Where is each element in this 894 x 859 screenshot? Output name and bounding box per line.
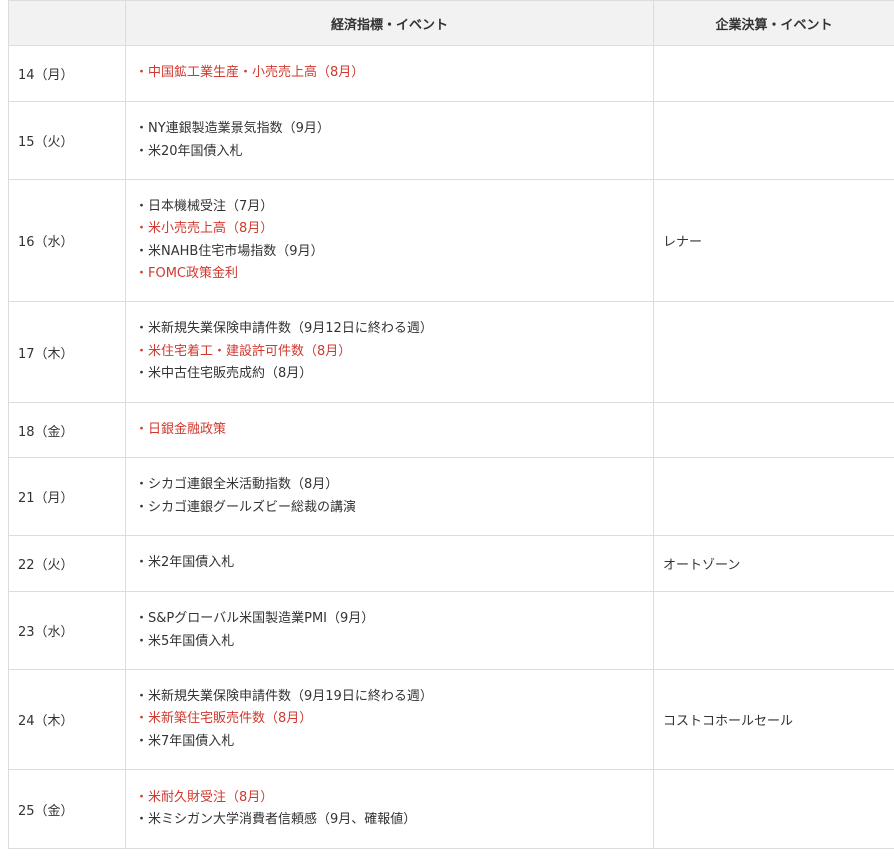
table-row: 24（木） ・米新規失業保険申請件数（9月19日に終わる週） ・米新築住宅販売件… xyxy=(8,669,894,770)
econ-item: ・米NAHB住宅市場指数（9月） xyxy=(135,243,324,259)
table-row: 15（火） ・NY連銀製造業景気指数（9月） ・米20年国債入札 xyxy=(8,101,894,180)
economic-calendar-table: 経済指標・イベント 企業決算・イベント 14（月） ・中国鉱工業生産・小売売上高… xyxy=(8,0,894,849)
row-date: 21（月） xyxy=(8,457,126,536)
econ-item: ・米新規失業保険申請件数（9月19日に終わる週） xyxy=(135,688,433,704)
row-corp xyxy=(653,402,894,458)
table-row: 17（木） ・米新規失業保険申請件数（9月12日に終わる週） ・米住宅着工・建設… xyxy=(8,301,894,403)
table-row: 22（火） ・米2年国債入札 オートゾーン xyxy=(8,535,894,592)
econ-item: ・FOMC政策金利 xyxy=(135,266,239,281)
row-corp: コストコホールセール xyxy=(653,669,894,770)
econ-item: ・シカゴ連銀グールズビー総裁の講演 xyxy=(135,499,357,515)
table-row: 14（月） ・中国鉱工業生産・小売売上高（8月） xyxy=(8,45,894,102)
econ-item: ・米住宅着工・建設許可件数（8月） xyxy=(135,343,352,359)
row-date: 18（金） xyxy=(8,402,126,458)
row-date: 24（木） xyxy=(8,669,126,770)
table-row: 21（月） ・シカゴ連銀全米活動指数（8月） ・シカゴ連銀グールズビー総裁の講演 xyxy=(8,457,894,536)
row-corp xyxy=(653,101,894,180)
table-row: 18（金） ・日銀金融政策 xyxy=(8,402,894,458)
econ-item: ・米ミシガン大学消費者信頼感（9月、確報値） xyxy=(135,812,417,827)
header-econ: 経済指標・イベント xyxy=(125,0,654,46)
row-econ-cell: ・S&Pグローバル米国製造業PMI（9月） ・米5年国債入札 xyxy=(125,591,654,670)
row-corp xyxy=(653,45,894,102)
table-row: 23（水） ・S&Pグローバル米国製造業PMI（9月） ・米5年国債入札 xyxy=(8,591,894,670)
row-econ-cell: ・日銀金融政策 xyxy=(125,402,654,458)
row-date: 22（火） xyxy=(8,535,126,592)
econ-item: ・NY連銀製造業景気指数（9月） xyxy=(135,121,330,136)
econ-item: ・米新規失業保険申請件数（9月12日に終わる週） xyxy=(135,321,433,337)
econ-item: ・米5年国債入札 xyxy=(135,633,235,649)
row-date: 16（水） xyxy=(8,179,126,302)
table-row: 16（水） ・日本機械受注（7月） ・米小売売上高（8月） ・米NAHB住宅市場… xyxy=(8,179,894,302)
row-econ-cell: ・日本機械受注（7月） ・米小売売上高（8月） ・米NAHB住宅市場指数（9月）… xyxy=(125,179,654,302)
header-row: 経済指標・イベント 企業決算・イベント xyxy=(8,0,894,46)
row-econ-cell: ・シカゴ連銀全米活動指数（8月） ・シカゴ連銀グールズビー総裁の講演 xyxy=(125,457,654,536)
econ-item: ・日銀金融政策 xyxy=(135,421,227,437)
row-corp: レナー xyxy=(653,179,894,302)
row-corp: オートゾーン xyxy=(653,535,894,592)
econ-item: ・米新築住宅販売件数（8月） xyxy=(135,711,313,727)
row-date: 14（月） xyxy=(8,45,126,102)
header-corp: 企業決算・イベント xyxy=(653,0,894,46)
row-econ-cell: ・NY連銀製造業景気指数（9月） ・米20年国債入札 xyxy=(125,101,654,180)
econ-item: ・S&Pグローバル米国製造業PMI（9月） xyxy=(135,611,375,626)
row-corp xyxy=(653,457,894,536)
row-date: 23（水） xyxy=(8,591,126,670)
econ-item: ・米中古住宅販売成約（8月） xyxy=(135,366,313,382)
row-corp xyxy=(653,591,894,670)
table-row: 25（金） ・米耐久財受注（8月） ・米ミシガン大学消費者信頼感（9月、確報値） xyxy=(8,769,894,849)
econ-item: ・日本機械受注（7月） xyxy=(135,198,274,214)
row-econ-cell: ・中国鉱工業生産・小売売上高（8月） xyxy=(125,45,654,102)
row-econ-cell: ・米新規失業保険申請件数（9月19日に終わる週） ・米新築住宅販売件数（8月） … xyxy=(125,669,654,770)
econ-item: ・米20年国債入札 xyxy=(135,143,243,159)
econ-item: ・米2年国債入札 xyxy=(135,555,235,571)
econ-item: ・米7年国債入札 xyxy=(135,733,235,749)
row-econ-cell: ・米2年国債入札 xyxy=(125,535,654,592)
header-date xyxy=(8,0,126,46)
econ-item: ・米小売売上高（8月） xyxy=(135,221,274,236)
row-corp xyxy=(653,301,894,403)
row-econ-cell: ・米新規失業保険申請件数（9月12日に終わる週） ・米住宅着工・建設許可件数（8… xyxy=(125,301,654,403)
row-date: 17（木） xyxy=(8,301,126,403)
row-date: 15（火） xyxy=(8,101,126,180)
econ-item: ・中国鉱工業生産・小売売上高（8月） xyxy=(135,65,365,81)
row-corp xyxy=(653,769,894,849)
row-econ-cell: ・米耐久財受注（8月） ・米ミシガン大学消費者信頼感（9月、確報値） xyxy=(125,769,654,849)
econ-item: ・米耐久財受注（8月） xyxy=(135,789,274,805)
econ-item: ・シカゴ連銀全米活動指数（8月） xyxy=(135,477,339,492)
row-date: 25（金） xyxy=(8,769,126,849)
